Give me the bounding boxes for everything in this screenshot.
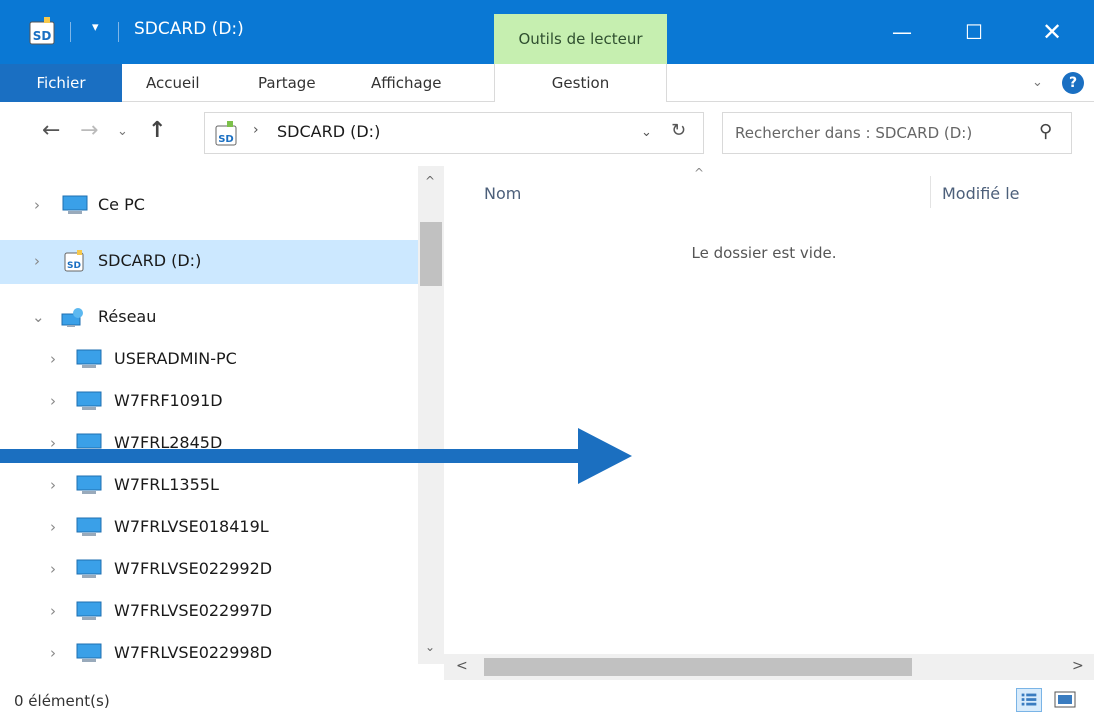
title-separator xyxy=(70,22,71,42)
tab-manage[interactable]: Gestion xyxy=(494,64,667,102)
computer-icon xyxy=(76,559,102,578)
back-arrow-icon[interactable]: ← xyxy=(42,118,60,143)
hscroll-thumb[interactable] xyxy=(484,658,912,676)
scroll-thumb[interactable] xyxy=(420,222,442,286)
computer-icon xyxy=(76,601,102,620)
nav-item-w7frlvse022998d[interactable]: › W7FRLVSE022998D xyxy=(0,632,418,664)
column-header-modified[interactable]: Modifié le xyxy=(942,184,1020,203)
minimize-button[interactable]: — xyxy=(870,0,934,64)
scroll-left-icon[interactable]: < xyxy=(456,658,468,674)
nav-item-label: W7FRLVSE018419L xyxy=(114,517,269,536)
nav-item-label: SDCARD (D:) xyxy=(98,251,202,270)
nav-item-label: W7FRLVSE022998D xyxy=(114,643,273,662)
tab-share[interactable]: Partage xyxy=(258,64,316,102)
sd-card-icon: SD xyxy=(64,250,84,272)
close-button[interactable]: ✕ xyxy=(1020,0,1084,64)
computer-icon xyxy=(76,349,102,368)
empty-folder-message: Le dossier est vide. xyxy=(691,244,837,262)
nav-item-sdcard[interactable]: › SD SDCARD (D:) xyxy=(0,240,418,284)
breadcrumb-sdcard[interactable]: SDCARD (D:) xyxy=(277,122,380,141)
title-separator xyxy=(118,22,119,42)
computer-icon xyxy=(76,517,102,536)
search-icon[interactable]: ⚲ xyxy=(1039,121,1052,142)
svg-text:SD: SD xyxy=(218,134,234,145)
tab-view[interactable]: Affichage xyxy=(371,64,441,102)
expand-icon[interactable]: › xyxy=(50,518,56,536)
nav-item-label: Réseau xyxy=(98,307,157,326)
svg-text:SD: SD xyxy=(67,261,81,271)
nav-item-label: Ce PC xyxy=(98,195,145,214)
expand-icon[interactable]: › xyxy=(50,560,56,578)
nav-item-w7frlvse022992d[interactable]: › W7FRLVSE022992D xyxy=(0,548,418,592)
scroll-up-icon[interactable]: ^ xyxy=(425,174,435,188)
item-count: 0 élément(s) xyxy=(14,692,110,710)
scroll-right-icon[interactable]: > xyxy=(1072,658,1084,674)
computer-icon xyxy=(76,643,102,662)
tab-home[interactable]: Accueil xyxy=(146,64,200,102)
scroll-down-icon[interactable]: ⌄ xyxy=(425,640,435,654)
network-icon xyxy=(61,308,83,327)
breadcrumb-separator[interactable]: › xyxy=(253,122,259,138)
nav-item-w7frf1091d[interactable]: › W7FRF1091D xyxy=(0,380,418,424)
sd-card-icon: SD xyxy=(215,121,237,146)
nav-item-label: W7FRLVSE022992D xyxy=(114,559,273,578)
window-title: SDCARD (D:) xyxy=(134,19,244,39)
maximize-button[interactable]: ☐ xyxy=(942,0,1006,64)
forward-arrow-icon[interactable]: → xyxy=(80,118,98,143)
ribbon-tabs: Fichier Accueil Partage Affichage Gestio… xyxy=(0,64,1094,102)
quick-access-dropdown-icon[interactable]: ▾ xyxy=(92,20,99,35)
svg-text:SD: SD xyxy=(33,29,52,43)
nav-item-w7frlvse022997d[interactable]: › W7FRLVSE022997D xyxy=(0,590,418,634)
file-list[interactable]: ^ Nom Modifié le Le dossier est vide. xyxy=(444,166,1094,654)
large-icons-view-icon[interactable] xyxy=(1052,688,1078,712)
recent-locations-icon[interactable]: ⌄ xyxy=(117,124,128,139)
status-bar: 0 élément(s) xyxy=(0,680,1094,721)
column-divider[interactable] xyxy=(930,176,931,208)
title-bar: SD ▾ SDCARD (D:) Outils de lecteur — ☐ ✕ xyxy=(0,0,1094,64)
nav-item-label: W7FRF1091D xyxy=(114,391,223,410)
tab-file[interactable]: Fichier xyxy=(0,64,122,102)
refresh-icon[interactable]: ↻ xyxy=(671,120,686,141)
content-hscrollbar[interactable]: < > xyxy=(444,654,1094,680)
up-arrow-icon[interactable]: ↑ xyxy=(148,118,166,143)
column-header-name[interactable]: Nom xyxy=(484,184,521,203)
details-view-icon[interactable] xyxy=(1016,688,1042,712)
expand-ribbon-icon[interactable]: ⌄ xyxy=(1032,64,1043,102)
navigation-pane[interactable]: › Ce PC › SD SDCARD (D:) ⌄ Réseau › USER… xyxy=(0,166,418,664)
nav-scrollbar[interactable]: ^ ⌄ xyxy=(418,166,444,664)
contextual-tab-drive-tools[interactable]: Outils de lecteur xyxy=(494,14,667,64)
nav-item-useradmin-pc[interactable]: › USERADMIN-PC xyxy=(0,338,418,382)
expand-icon[interactable]: › xyxy=(34,196,40,214)
address-row: ← → ⌄ ↑ SD › SDCARD (D:) ⌄ ↻ ⚲ xyxy=(0,102,1094,164)
expand-icon[interactable]: › xyxy=(50,392,56,410)
computer-icon xyxy=(62,195,88,214)
address-dropdown-icon[interactable]: ⌄ xyxy=(641,125,652,140)
nav-item-ce-pc[interactable]: › Ce PC xyxy=(0,184,418,228)
computer-icon xyxy=(76,391,102,410)
nav-item-label: W7FRLVSE022997D xyxy=(114,601,273,620)
nav-item-reseau[interactable]: ⌄ Réseau xyxy=(0,296,418,340)
sd-card-icon[interactable]: SD xyxy=(28,16,58,46)
annotation-arrow-icon xyxy=(0,428,632,484)
expand-icon[interactable]: › xyxy=(50,602,56,620)
address-bar[interactable]: SD › SDCARD (D:) ⌄ ↻ xyxy=(204,112,704,154)
search-box[interactable]: ⚲ xyxy=(722,112,1072,154)
nav-item-label: USERADMIN-PC xyxy=(114,349,237,368)
collapse-icon[interactable]: ⌄ xyxy=(32,308,45,326)
expand-icon[interactable]: › xyxy=(50,350,56,368)
nav-item-w7frlvse018419l[interactable]: › W7FRLVSE018419L xyxy=(0,506,418,550)
sort-indicator-icon: ^ xyxy=(694,166,705,180)
expand-icon[interactable]: › xyxy=(34,252,40,270)
expand-icon[interactable]: › xyxy=(50,644,56,662)
help-icon[interactable]: ? xyxy=(1062,72,1084,94)
search-input[interactable] xyxy=(735,121,1025,145)
